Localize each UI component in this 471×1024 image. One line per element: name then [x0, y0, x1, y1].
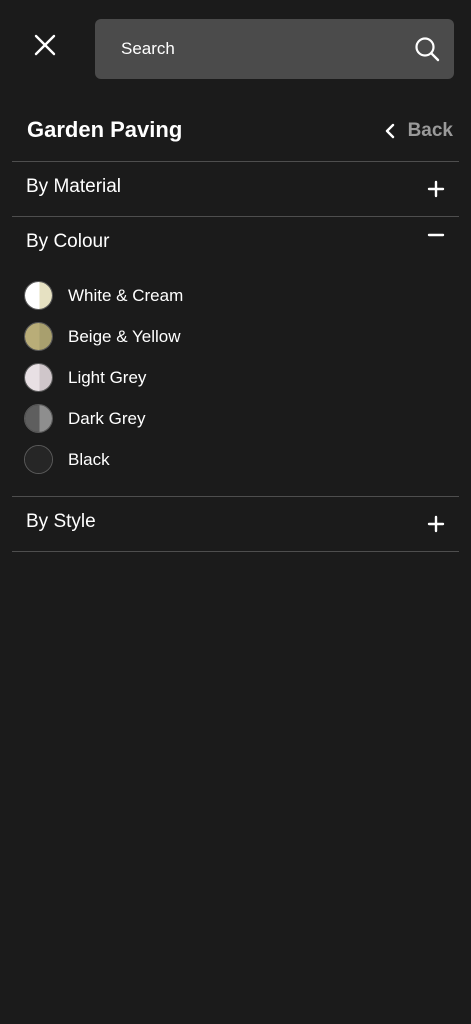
- top-bar: [0, 0, 471, 100]
- colour-label: Black: [68, 449, 110, 469]
- section-by-style[interactable]: By Style: [12, 497, 459, 551]
- search-icon[interactable]: [414, 36, 440, 62]
- colour-label: White & Cream: [68, 285, 184, 305]
- section-label: By Style: [26, 511, 96, 532]
- section-label: By Material: [26, 176, 122, 197]
- colour-swatch: [24, 445, 53, 474]
- chevron-left-icon: [385, 123, 394, 139]
- back-button[interactable]: Back: [383, 118, 453, 144]
- page-title: Garden Paving: [27, 117, 183, 142]
- colour-option-white-cream[interactable]: White & Cream: [24, 275, 444, 316]
- colour-list: White & Cream Beige & Yellow Light Grey: [24, 275, 444, 480]
- search-input[interactable]: [95, 19, 395, 79]
- divider: [12, 551, 459, 552]
- colour-swatch: [24, 404, 53, 433]
- minus-icon[interactable]: [427, 226, 445, 244]
- search-box: [95, 19, 454, 79]
- colour-label: Dark Grey: [68, 408, 146, 428]
- colour-swatch: [24, 363, 53, 392]
- colour-option-dark-grey[interactable]: Dark Grey: [24, 398, 444, 439]
- section-label: By Colour: [26, 231, 110, 252]
- close-button[interactable]: [28, 28, 62, 62]
- colour-swatch: [24, 281, 53, 310]
- plus-icon[interactable]: [427, 180, 445, 198]
- title-row: Garden Paving Back: [0, 100, 471, 162]
- colour-swatch: [24, 322, 53, 351]
- back-label: Back: [407, 120, 453, 141]
- colour-label: Light Grey: [68, 367, 147, 387]
- plus-icon[interactable]: [427, 515, 445, 533]
- section-by-material[interactable]: By Material: [12, 162, 459, 216]
- colour-option-black[interactable]: Black: [24, 439, 444, 480]
- close-icon: [34, 34, 56, 56]
- colour-option-beige-yellow[interactable]: Beige & Yellow: [24, 316, 444, 357]
- section-by-colour[interactable]: By Colour: [12, 217, 459, 271]
- colour-option-light-grey[interactable]: Light Grey: [24, 357, 444, 398]
- colour-label: Beige & Yellow: [68, 326, 181, 346]
- navigation-menu: Garden Paving Back By Material By Colour: [0, 0, 471, 1024]
